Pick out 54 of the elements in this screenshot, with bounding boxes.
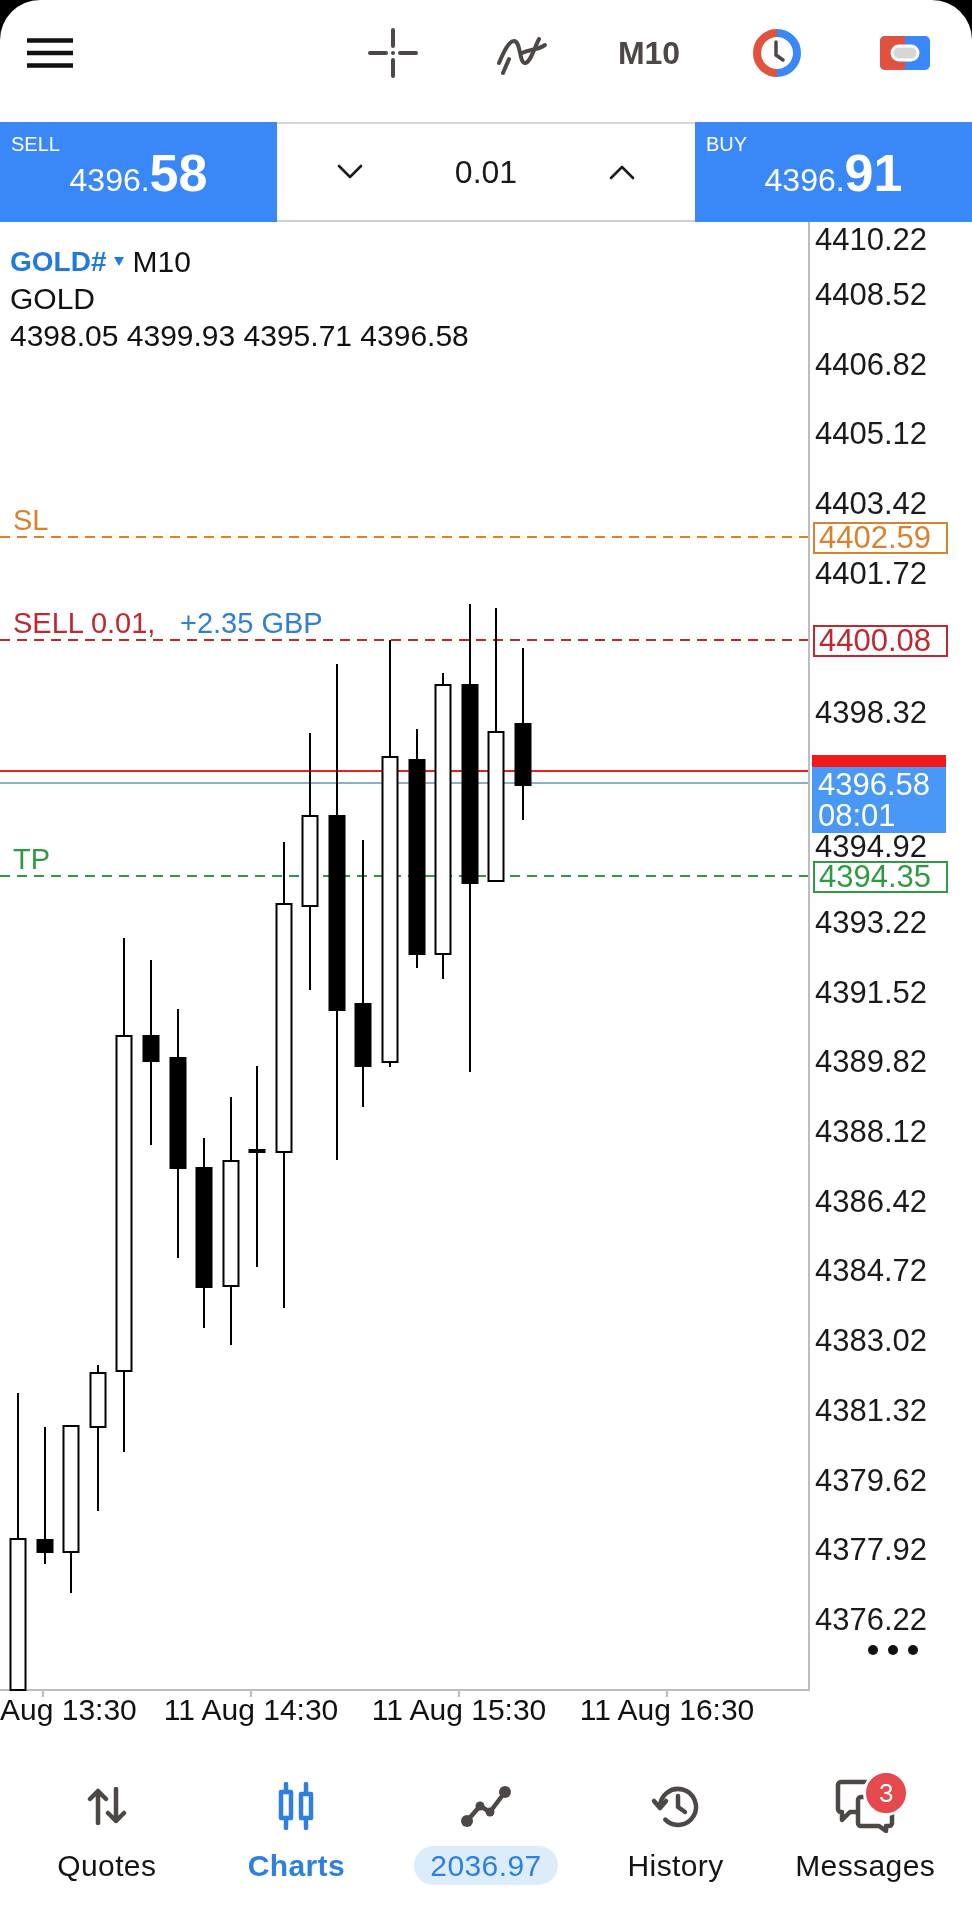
time-axis-label: 11 Aug 14:30 — [163, 1693, 339, 1727]
symbol-name[interactable]: GOLD# — [10, 243, 107, 280]
price-axis-label: 4403.42 — [815, 492, 928, 516]
symbol-description: GOLD — [10, 281, 96, 317]
buy-button[interactable]: BUY 4396.91 — [695, 122, 972, 222]
volume-field[interactable]: 0.01 — [454, 152, 518, 192]
time-axis-label: 11 Aug 16:30 — [579, 1693, 755, 1727]
price-axis-label: 4393.22 — [815, 911, 928, 935]
price-axis-label: 4398.32 — [815, 701, 928, 725]
sell-order-price-tag: 4400.08 — [813, 625, 948, 657]
balance-pill: 2036.97 — [414, 1846, 558, 1885]
time-axis-label: Aug 13:30 — [0, 1693, 137, 1727]
countdown-text: 08:01 — [818, 800, 896, 831]
timeframe-selector[interactable]: M10 — [617, 35, 681, 71]
stop-loss-label: SL — [13, 505, 49, 535]
line-chart-icon — [460, 1784, 512, 1828]
bid-price-text: 4396.58 — [818, 769, 931, 800]
price-axis-label: 4394.92 — [815, 835, 928, 859]
charts-tab[interactable]: Charts — [247, 1782, 346, 1885]
price-axis-label: 4379.62 — [815, 1469, 928, 1493]
time-axis-label: 11 Aug 15:30 — [371, 1693, 547, 1727]
price-axis-label: 4383.02 — [815, 1329, 928, 1353]
price-axis-label: 4389.82 — [815, 1050, 928, 1074]
more-icon[interactable] — [868, 1645, 918, 1655]
price-axis-label: 4381.32 — [815, 1399, 928, 1423]
sell-order-label: SELL 0.01, — [13, 608, 156, 638]
price-axis-label: 4391.52 — [815, 981, 928, 1005]
up-down-arrows-icon — [86, 1787, 127, 1825]
price-axis-label: 4408.52 — [815, 283, 928, 307]
crosshair-icon[interactable] — [368, 28, 418, 78]
price-axis-label: 4377.92 — [815, 1538, 928, 1562]
chart-timeframe-text: M10 — [132, 244, 191, 280]
clock-icon[interactable] — [752, 28, 802, 78]
price-axis-label: 4406.82 — [815, 353, 928, 377]
price-axis-label: 4410.22 — [815, 228, 928, 252]
price-axis-label: 4388.12 — [815, 1120, 928, 1144]
history-tab[interactable]: History — [627, 1782, 724, 1885]
take-profit-price-tag: 4394.35 — [813, 861, 948, 893]
price-axis-label: 4386.42 — [815, 1190, 928, 1214]
ohlc-values: 4398.05 4399.93 4395.71 4396.58 — [10, 318, 469, 354]
quotes-tab[interactable]: Quotes — [57, 1782, 157, 1885]
price-axis-label: 4384.72 — [815, 1259, 928, 1283]
price-axis-label: 4401.72 — [815, 562, 928, 586]
chevron-up-icon[interactable] — [609, 164, 635, 180]
price-axis-label: 4376.22 — [815, 1608, 928, 1632]
menu-icon[interactable] — [26, 38, 74, 68]
take-profit-label: TP — [13, 844, 51, 874]
caret-icon[interactable] — [114, 257, 125, 266]
chevron-down-icon[interactable] — [337, 164, 363, 180]
sell-button[interactable]: SELL 4396.58 — [0, 122, 277, 222]
stop-loss-price-tag: 4402.59 — [813, 522, 948, 554]
profit-text: +2.35 GBP — [180, 608, 323, 638]
price-axis-label: 4405.12 — [815, 422, 928, 446]
toggle-icon[interactable] — [880, 36, 930, 70]
